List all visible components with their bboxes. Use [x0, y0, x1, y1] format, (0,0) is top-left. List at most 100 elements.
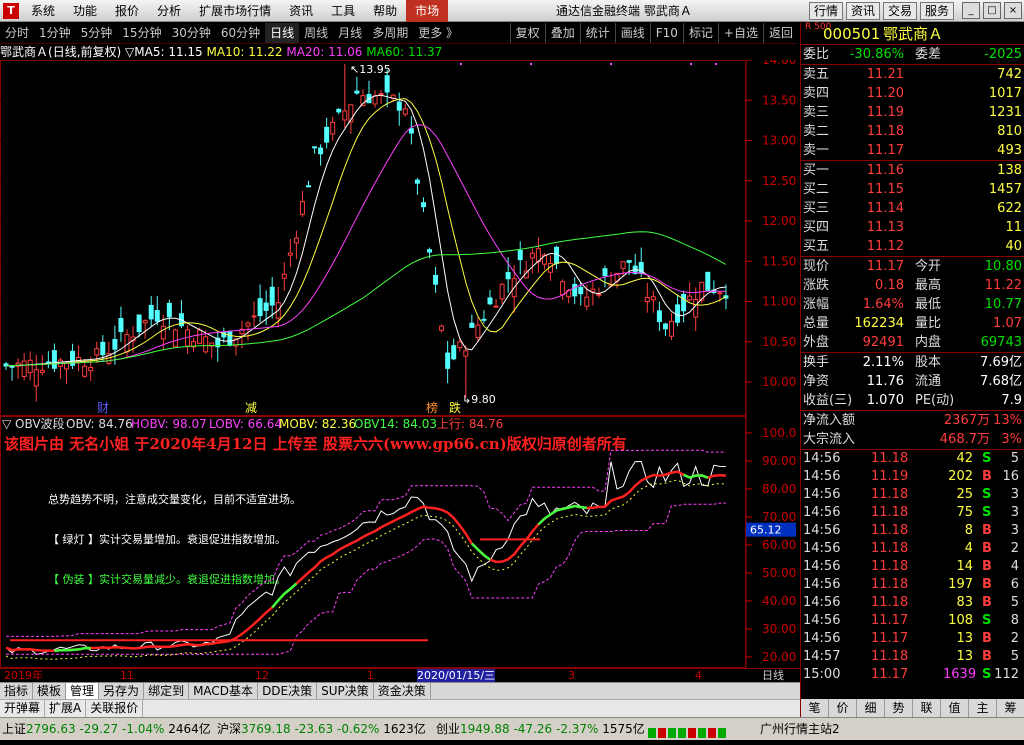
signal-dot: [690, 63, 692, 65]
flow-row: 大宗流入 468.7万 3%: [801, 430, 1024, 449]
extra-tab[interactable]: 关联报价: [86, 700, 144, 717]
tick-time: 14:56: [803, 631, 841, 646]
ma-toggle-icon[interactable]: ▽: [125, 45, 134, 59]
indicator-tab[interactable]: MACD基本: [189, 683, 259, 699]
extra-tab[interactable]: 扩展A: [45, 700, 87, 717]
chart-button[interactable]: 叠加: [544, 23, 580, 43]
chart-button[interactable]: 返回: [762, 23, 798, 43]
period-tab[interactable]: 5分钟: [76, 23, 118, 43]
quote-tab[interactable]: 势: [885, 699, 913, 717]
stat-value: 11.17: [866, 259, 904, 274]
top-button[interactable]: 交易: [882, 2, 917, 20]
menu-item[interactable]: 资讯: [280, 0, 322, 22]
ma10-value: MA10: 11.22: [206, 45, 283, 59]
chart-button[interactable]: 标记: [682, 23, 718, 43]
close-icon[interactable]: ×: [1004, 2, 1022, 19]
fundamental-stats: 换手 2.11% 股本 7.69亿 净资 11.76 流通 7.68亿 收益(三) 1.070 PE…: [801, 353, 1024, 410]
quote-tab[interactable]: 值: [941, 699, 969, 717]
tick-row: 15:00 11.17 1639 S 112: [803, 666, 1023, 684]
candle-body: [269, 286, 275, 306]
bid-price: 11.15: [866, 182, 904, 197]
indicator-tab[interactable]: DDE决策: [258, 683, 318, 699]
minimize-icon[interactable]: _: [962, 2, 980, 19]
quote-tab[interactable]: 细: [857, 699, 885, 717]
maximize-icon[interactable]: □: [983, 2, 1001, 19]
menu-item[interactable]: 帮助: [364, 0, 406, 22]
ask-label: 卖二: [803, 124, 830, 139]
event-marker[interactable]: 榜: [426, 400, 438, 415]
index-hs[interactable]: 沪深3769.18 -23.63 -0.62% 1623亿: [217, 718, 426, 740]
indicator-tab[interactable]: SUP决策: [317, 683, 374, 699]
period-tab[interactable]: 30分钟: [167, 23, 216, 43]
bid-row: 买一 11.16 138: [801, 161, 1024, 180]
stat-label: 最高: [915, 278, 942, 293]
menu-item[interactable]: 分析: [148, 0, 190, 22]
obv-indicator-chart[interactable]: 100.0 90.00 80.00 70.00 60.00 50.00 40.00 30.00…: [0, 416, 800, 668]
tick-price: 11.19: [871, 469, 909, 484]
period-tab[interactable]: 1分钟: [34, 23, 76, 43]
event-marker[interactable]: 减: [245, 401, 257, 415]
period-tab[interactable]: 60分钟: [216, 23, 265, 43]
tick-price: 11.17: [871, 631, 909, 646]
period-tab[interactable]: 15分钟: [117, 23, 166, 43]
indicator-tab[interactable]: 指标: [0, 683, 34, 699]
period-tab[interactable]: 周线: [299, 23, 333, 43]
chart-button[interactable]: F10: [649, 23, 683, 43]
index-sh[interactable]: 上证2796.63 -29.27 -1.04% 2464亿: [2, 718, 211, 740]
tick-row: 14:56 11.18 25 S 3: [803, 486, 1023, 504]
index-cy[interactable]: 创业1949.88 -47.26 -2.37% 1575亿: [436, 718, 645, 740]
event-marker[interactable]: 跌: [449, 400, 461, 415]
kline-chart[interactable]: 14.00 13.50 13.00 12.50 12.00 11.50 11.00 10.50…: [0, 60, 800, 416]
indicator-tab[interactable]: 另存为: [99, 683, 145, 699]
top-button[interactable]: 服务: [919, 2, 954, 20]
tick-volume: 8: [964, 523, 973, 538]
chart-frame: [0, 60, 746, 416]
chart-button[interactable]: 画线: [614, 23, 650, 43]
period-tab[interactable]: 日线: [265, 23, 300, 43]
period-tab[interactable]: 多周期: [367, 23, 413, 43]
indicator-tab[interactable]: 模板: [33, 683, 67, 699]
chart-button[interactable]: +自选: [717, 23, 763, 43]
top-button[interactable]: 资讯: [845, 2, 880, 20]
menu-item[interactable]: 工具: [322, 0, 364, 22]
tick-count: 4: [1010, 559, 1019, 574]
tick-price: 11.18: [871, 451, 909, 466]
server-name[interactable]: 广州行情主站2: [760, 718, 840, 740]
tick-count: 5: [1010, 595, 1019, 610]
period-tab[interactable]: 月线: [333, 23, 367, 43]
period-tab[interactable]: 分时: [0, 23, 34, 43]
tick-list[interactable]: 14:56 11.18 42 S 5 14:56 11.19 202 B 16 14:56 11.18…: [801, 450, 1024, 686]
menu-item[interactable]: 扩展市场行情: [190, 0, 280, 22]
candle-body: [717, 292, 723, 295]
bid-price: 11.16: [866, 163, 904, 178]
indicator-tab[interactable]: 绑定到: [144, 683, 190, 699]
quote-tab[interactable]: 筹: [997, 699, 1024, 717]
quote-tab[interactable]: 主: [969, 699, 997, 717]
ma5-value: MA5: 11.15: [134, 45, 203, 59]
quote-tab[interactable]: 价: [829, 699, 857, 717]
quote-tab[interactable]: 联: [913, 699, 941, 717]
menu-item[interactable]: 系统: [22, 0, 64, 22]
extra-tab[interactable]: 开弹幕: [0, 700, 46, 717]
price-axis-label: 10.00: [762, 375, 796, 389]
candle-body: [342, 110, 348, 121]
indicator-tab[interactable]: 管理: [66, 683, 100, 699]
quote-tab[interactable]: 笔: [801, 699, 829, 717]
stock-code: 000501: [823, 25, 881, 43]
fund-label: 流通: [915, 374, 942, 389]
menu-item[interactable]: 功能: [64, 0, 106, 22]
candle-body: [445, 352, 451, 369]
bid-book: 买一 11.16 138 买二 11.15 1457 买三 11.14 622 买四 11.13 11…: [801, 161, 1024, 256]
window-controls: _ □ ×: [962, 2, 1022, 19]
candle-body: [227, 331, 233, 346]
menu-item[interactable]: 报价: [106, 0, 148, 22]
indicator-tab[interactable]: 资金决策: [374, 683, 431, 699]
chart-button[interactable]: 统计: [579, 23, 615, 43]
stat-label: 内盘: [915, 335, 942, 350]
event-marker[interactable]: 财: [97, 401, 109, 415]
menu-item[interactable]: 市场: [406, 0, 449, 22]
top-button[interactable]: 行情: [808, 2, 843, 20]
chart-button[interactable]: 复权: [509, 23, 545, 43]
bid-label: 买四: [803, 220, 830, 235]
period-tab[interactable]: 更多 》: [413, 23, 463, 43]
